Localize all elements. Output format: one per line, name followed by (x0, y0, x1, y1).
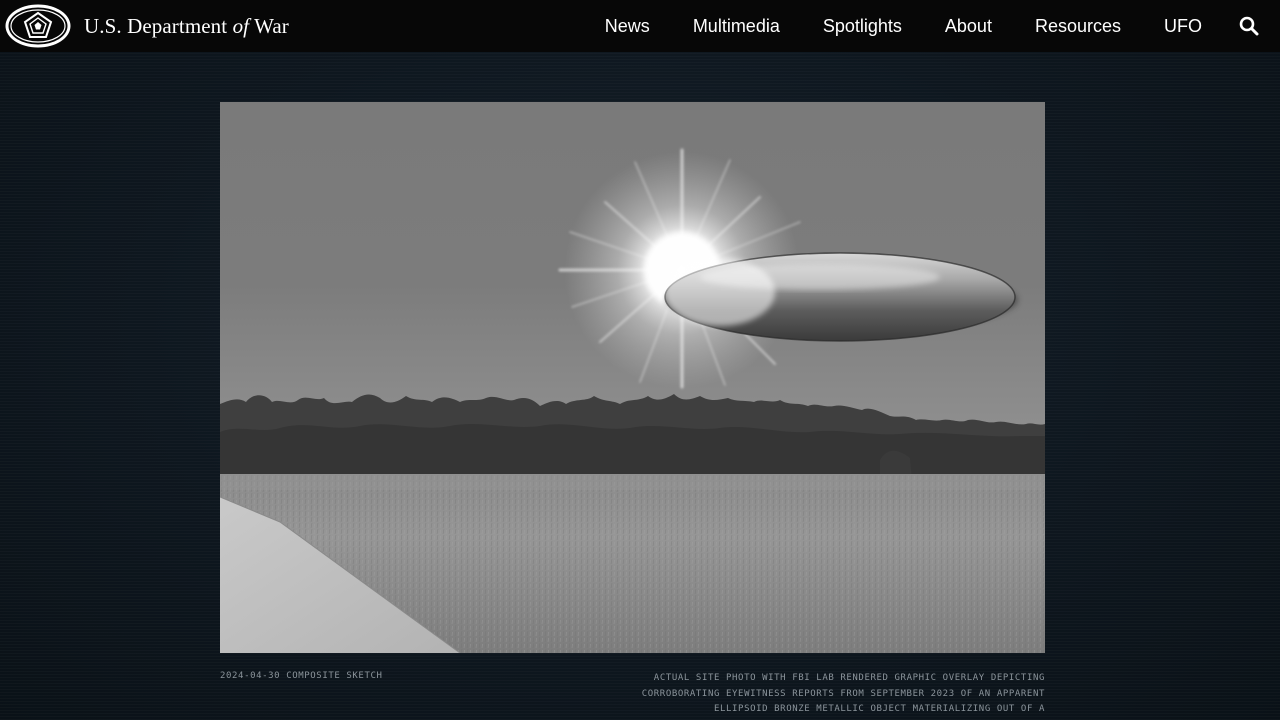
site-header: U.S. Department of War News Multimedia S… (0, 0, 1280, 52)
nav-about[interactable]: About (945, 16, 992, 37)
nav-multimedia[interactable]: Multimedia (693, 16, 780, 37)
nav-resources[interactable]: Resources (1035, 16, 1121, 37)
site-name: U.S. Department of War (84, 13, 289, 38)
ufo-composite-image (220, 102, 1045, 653)
nav-ufo[interactable]: UFO (1164, 16, 1202, 37)
pentagon-seal-icon (5, 4, 71, 48)
nav-news[interactable]: News (605, 16, 650, 37)
composite-photo (220, 102, 1045, 653)
search-icon (1239, 16, 1259, 36)
ellipsoid-object (664, 252, 1018, 342)
caption-description: ACTUAL SITE PHOTO WITH FBI LAB RENDERED … (641, 673, 1045, 714)
caption-date: 2024-04-30 COMPOSITE SKETCH (220, 671, 383, 681)
home-link[interactable]: U.S. Department of War (0, 0, 289, 52)
main-nav: News Multimedia Spotlights About Resourc… (605, 0, 1280, 52)
nav-spotlights[interactable]: Spotlights (823, 16, 902, 37)
search-button[interactable] (1238, 15, 1260, 37)
